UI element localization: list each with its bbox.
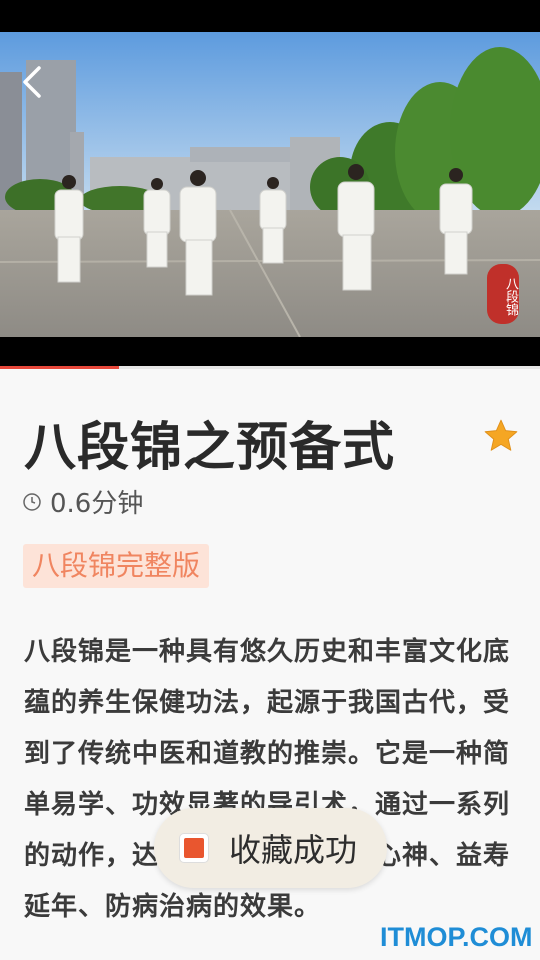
video-player[interactable]: 八段锦 xyxy=(0,32,540,337)
back-button[interactable] xyxy=(14,62,50,102)
favorite-button[interactable] xyxy=(482,417,520,455)
app-icon xyxy=(179,833,209,863)
toast-text: 收藏成功 xyxy=(229,831,358,869)
seal-stamp: 八段锦 xyxy=(487,264,519,324)
lesson-title: 八段锦之预备式 xyxy=(24,418,396,478)
status-bar xyxy=(0,0,540,32)
clock-icon xyxy=(23,492,41,511)
series-tag[interactable]: 八段锦完整版 xyxy=(23,544,210,588)
watermark: ITMOP.COM xyxy=(380,922,533,952)
video-frame xyxy=(0,32,540,337)
duration-row: 0.6分钟 xyxy=(22,483,143,520)
chevron-left-icon xyxy=(23,66,41,98)
toast-notification: 收藏成功 xyxy=(154,808,387,888)
seal-text: 八段锦 xyxy=(503,277,518,316)
video-letterbox xyxy=(0,337,540,366)
duration-text: 0.6分钟 xyxy=(50,489,144,519)
star-icon xyxy=(484,419,518,451)
